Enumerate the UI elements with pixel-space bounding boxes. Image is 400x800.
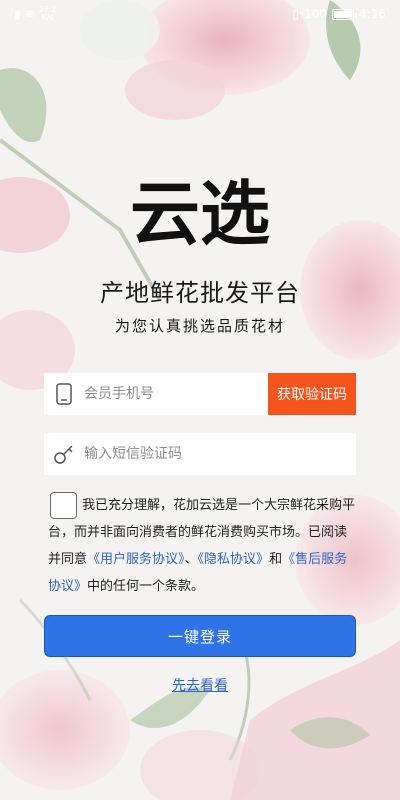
slogan: 产地鲜花批发平台: [100, 279, 300, 307]
vibrate-icon: ▯: [292, 7, 300, 21]
code-field[interactable]: [44, 433, 356, 475]
code-input[interactable]: [84, 433, 356, 475]
user-agreement-link[interactable]: 《用户服务协议》: [87, 552, 185, 567]
clock: 4:16: [359, 7, 386, 21]
app-logo: 云选: [130, 173, 270, 250]
network-speed: 27.2 K/s: [38, 5, 57, 22]
status-bar: ▮ ≋ 27.2 K/s ▯ 100 4:16: [0, 0, 400, 28]
logo-text: 云选: [130, 173, 270, 250]
battery-icon: [332, 8, 358, 20]
browse-link[interactable]: 先去看看: [0, 675, 400, 695]
key-icon: [44, 443, 84, 465]
get-code-button[interactable]: 获取验证码: [268, 373, 356, 415]
login-button[interactable]: 一键登录: [44, 615, 356, 657]
wifi-icon: ≋: [24, 7, 35, 21]
phone-input[interactable]: [84, 373, 268, 415]
phone-icon: [44, 383, 84, 405]
agreement-text: 我已充分理解，花加云选是一个大宗鲜花采购平台，而并非面向消费者的鲜花消费购买市场…: [48, 498, 356, 594]
phone-field[interactable]: [44, 373, 268, 415]
sim-icon: ▮: [14, 7, 21, 21]
privacy-agreement-link[interactable]: 《隐私协议》: [198, 552, 270, 567]
battery-percent: 100: [304, 7, 328, 21]
tagline: 为您认真挑选品质花材: [114, 317, 285, 335]
